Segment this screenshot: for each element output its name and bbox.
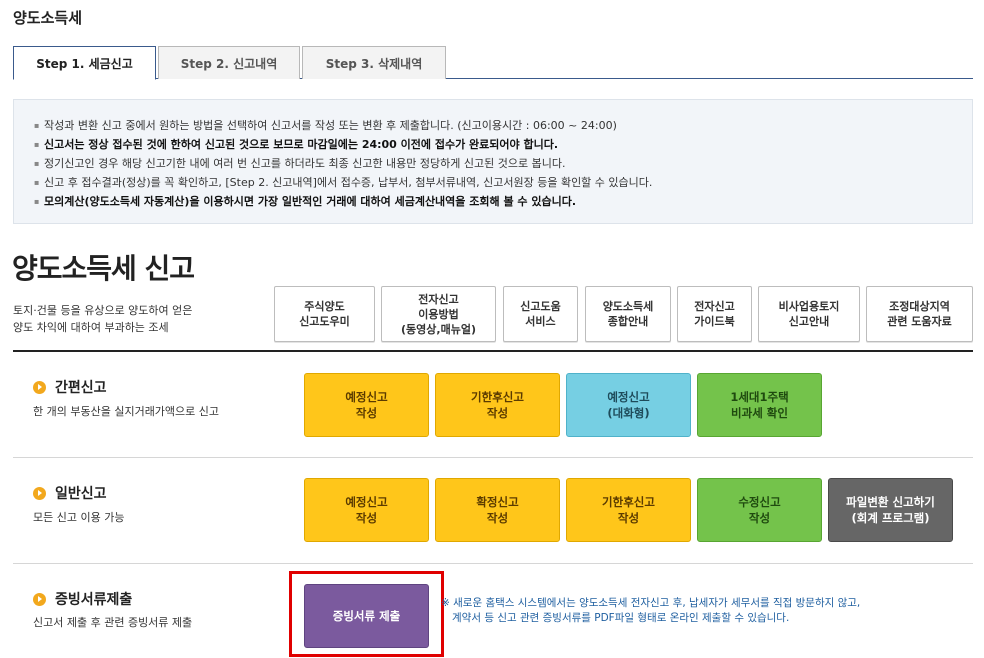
final-return-button[interactable]: 확정신고 작성 — [435, 478, 560, 542]
preliminary-return-button[interactable]: 예정신고 작성 — [304, 478, 429, 542]
description-line: 양도 차익에 대하여 부과하는 조세 — [13, 321, 169, 334]
highlight-frame — [289, 571, 444, 657]
documents-label: 증빙서류제출 — [55, 592, 133, 608]
general-filing-desc: 모든 신고 이용 가능 — [33, 511, 125, 524]
tab-step3[interactable]: Step 3. 삭제내역 — [302, 46, 446, 79]
documents-title: 증빙서류제출 — [33, 589, 132, 609]
documents-note: ※ 새로운 홈택스 시스템에서는 양도소득세 전자신고 후, 납세자가 세무서를… — [441, 596, 860, 626]
e-filing-guidebook-button[interactable]: 전자신고 가이드북 — [677, 286, 752, 342]
section-heading: 양도소득세 신고 — [12, 252, 195, 285]
divider — [13, 457, 973, 458]
late-return-button[interactable]: 기한후신고 작성 — [435, 373, 560, 437]
e-filing-howto-button[interactable]: 전자신고 이용방법 (동영상,매뉴얼) — [381, 286, 496, 342]
simple-filing-title: 간편신고 — [33, 377, 107, 397]
step-tabs: Step 1. 세금신고 Step 2. 신고내역 Step 3. 삭제내역 — [13, 46, 973, 80]
notice-item: 신고서는 정상 접수된 것에 한하여 신고된 것으로 보므로 마감일에는 24:… — [34, 135, 954, 154]
simple-filing-label: 간편신고 — [55, 380, 107, 396]
general-filing-label: 일반신고 — [55, 486, 107, 502]
note-line: ※ 새로운 홈택스 시스템에서는 양도소득세 전자신고 후, 납세자가 세무서를… — [441, 597, 861, 609]
tab-step2[interactable]: Step 2. 신고내역 — [158, 46, 300, 79]
page-title: 양도소득세 — [13, 9, 83, 27]
tab-step1[interactable]: Step 1. 세금신고 — [13, 46, 156, 80]
file-conversion-filing-button[interactable]: 파일변환 신고하기 (회계 프로그램) — [828, 478, 953, 542]
divider — [13, 350, 973, 352]
section-description: 토지·건물 등을 유상으로 양도하여 얻은 양도 차익에 대하여 부과하는 조세 — [13, 302, 243, 336]
note-line: 계약서 등 신고 관련 증빙서류를 PDF파일 형태로 온라인 제출할 수 있습… — [452, 612, 790, 624]
general-filing-title: 일반신고 — [33, 483, 107, 503]
stock-transfer-helper-button[interactable]: 주식양도 신고도우미 — [274, 286, 375, 342]
interactive-return-button[interactable]: 예정신고 (대화형) — [566, 373, 691, 437]
documents-desc: 신고서 제출 후 관련 증빙서류 제출 — [33, 616, 193, 629]
adjustment-area-resources-button[interactable]: 조정대상지역 관련 도움자료 — [866, 286, 973, 342]
notice-item: 모의계산(양도소득세 자동계산)을 이용하시면 가장 일반적인 거래에 대하여 … — [34, 192, 954, 211]
capital-gains-guide-button[interactable]: 양도소득세 종합안내 — [585, 286, 671, 342]
notice-item: 작성과 변환 신고 중에서 원하는 방법을 선택하여 신고서를 작성 또는 변환… — [34, 116, 954, 135]
preliminary-return-button[interactable]: 예정신고 작성 — [304, 373, 429, 437]
arrow-bullet-icon — [33, 380, 46, 394]
notice-item: 신고 후 접수결과(정상)를 꼭 확인하고, [Step 2. 신고내역]에서 … — [34, 173, 954, 192]
simple-filing-desc: 한 개의 부동산을 실지거래가액으로 신고 — [33, 405, 220, 418]
description-line: 토지·건물 등을 유상으로 양도하여 얻은 — [13, 304, 193, 317]
divider — [13, 563, 973, 564]
filing-help-service-button[interactable]: 신고도움 서비스 — [503, 286, 578, 342]
amended-return-button[interactable]: 수정신고 작성 — [697, 478, 822, 542]
arrow-bullet-icon — [33, 592, 46, 606]
notice-item: 정기신고인 경우 해당 신고기한 내에 여러 번 신고를 하더라도 최종 신고한… — [34, 154, 954, 173]
notice-box: 작성과 변환 신고 중에서 원하는 방법을 선택하여 신고서를 작성 또는 변환… — [13, 99, 973, 224]
one-house-exemption-button[interactable]: 1세대1주택 비과세 확인 — [697, 373, 822, 437]
late-return-button[interactable]: 기한후신고 작성 — [566, 478, 691, 542]
non-business-land-guide-button[interactable]: 비사업용토지 신고안내 — [758, 286, 860, 342]
arrow-bullet-icon — [33, 486, 46, 500]
